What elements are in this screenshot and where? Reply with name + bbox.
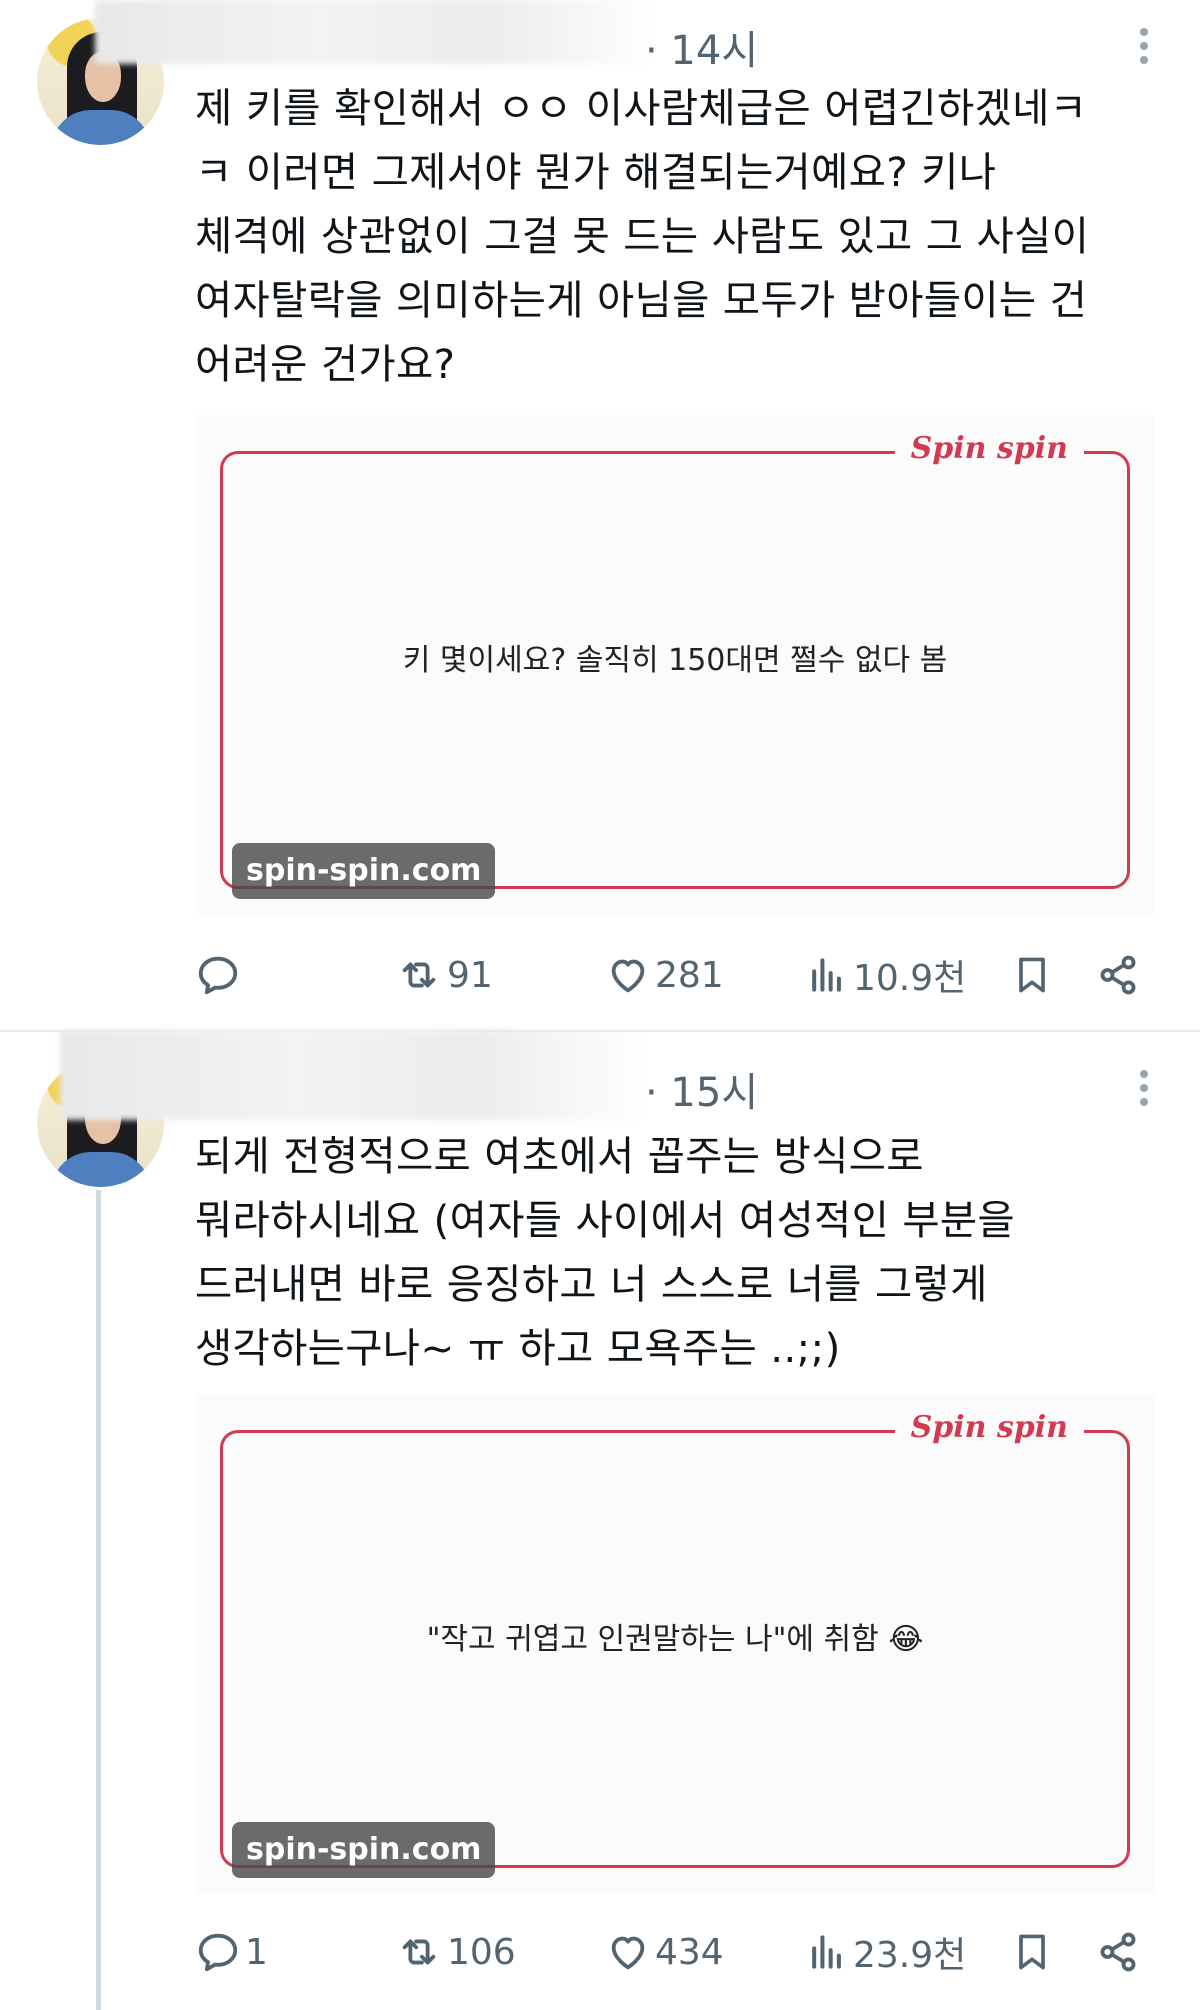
reply-icon <box>198 956 238 995</box>
heart-icon <box>611 959 645 993</box>
tweet-actions: 91 281 10.9천 <box>195 945 1155 1005</box>
redacted-username <box>95 0 655 64</box>
bar-chart-icon <box>812 1935 841 1969</box>
like-count: 281 <box>655 954 724 996</box>
tweet-timestamp[interactable]: · 14시 <box>645 18 758 76</box>
reply-button[interactable] <box>195 945 245 1005</box>
reply-button[interactable]: 1 <box>195 1922 268 1982</box>
spinspin-logo: Spin spin <box>894 431 1084 466</box>
like-count: 434 <box>655 1931 724 1973</box>
bar-chart-icon <box>812 958 841 992</box>
laughing-emoji: 😂 <box>888 1622 924 1657</box>
tweet-text: 되게 전형적으로 여초에서 꼽주는 방식으로 뭐라하시네요 (여자들 사이에서 … <box>195 1132 1015 1372</box>
card-domain[interactable]: spin-spin.com <box>232 1822 496 1878</box>
card-quote-text: "작고 귀엽고 인권말하는 나"에 취함 <box>426 1622 879 1657</box>
reply-count: 1 <box>245 1931 268 1973</box>
bookmark-icon <box>1019 957 1045 993</box>
share-icon <box>1100 955 1136 995</box>
view-count: 23.9천 <box>853 1935 967 1976</box>
card-domain[interactable]: spin-spin.com <box>232 843 496 899</box>
reply-icon <box>198 1933 238 1972</box>
tweet-actions: 1 106 434 23.9천 <box>195 1922 1155 1982</box>
like-button[interactable]: 434 <box>605 1922 724 1982</box>
share-icon <box>1100 1932 1136 1972</box>
views-button[interactable]: 23.9천 <box>805 1922 966 1982</box>
view-count: 10.9천 <box>853 958 967 999</box>
bookmark-icon <box>1019 1934 1045 1970</box>
card-quote-text: 키 몇이세요? 솔직히 150대면 쩔수 없다 봄 <box>402 643 948 678</box>
spinspin-logo: Spin spin <box>894 1410 1084 1445</box>
retweet-count: 106 <box>447 1931 516 1973</box>
redacted-username <box>60 1030 650 1120</box>
share-button[interactable] <box>1095 1922 1141 1982</box>
retweet-icon <box>402 1939 436 1965</box>
tweet-text: 제 키를 확인해서 ㅇㅇ 이사람체급은 어렵긴하겠네ㅋ ㅋ 이러면 그제서야 뭔… <box>195 84 1090 388</box>
more-options-icon[interactable] <box>1138 28 1150 70</box>
retweet-button[interactable]: 91 <box>395 945 493 1005</box>
card-quote: 키 몇이세요? 솔직히 150대면 쩔수 없다 봄 <box>196 635 1154 679</box>
thread-line <box>96 1190 101 2010</box>
retweet-icon <box>402 962 436 988</box>
link-card[interactable]: Spin spin "작고 귀엽고 인권말하는 나"에 취함 😂 spin-sp… <box>196 1394 1154 1894</box>
like-button[interactable]: 281 <box>605 945 724 1005</box>
bookmark-button[interactable] <box>1010 1922 1054 1982</box>
more-options-icon[interactable] <box>1138 1070 1150 1112</box>
bookmark-button[interactable] <box>1010 945 1054 1005</box>
share-button[interactable] <box>1095 945 1141 1005</box>
tweet-timestamp[interactable]: · 15시 <box>645 1060 758 1118</box>
views-button[interactable]: 10.9천 <box>805 945 966 1005</box>
retweet-count: 91 <box>447 954 493 996</box>
tweet[interactable]: · 14시 제 키를 확인해서 ㅇㅇ 이사람체급은 어렵긴하겠네ㅋ ㅋ 이러면 … <box>0 0 1200 1032</box>
retweet-button[interactable]: 106 <box>395 1922 516 1982</box>
heart-icon <box>611 1936 645 1970</box>
card-quote: "작고 귀엽고 인권말하는 나"에 취함 😂 <box>196 1614 1154 1658</box>
tweet[interactable]: · 15시 되게 전형적으로 여초에서 꼽주는 방식으로 뭐라하시네요 (여자들… <box>0 1030 1200 2010</box>
link-card[interactable]: Spin spin 키 몇이세요? 솔직히 150대면 쩔수 없다 봄 spin… <box>196 415 1154 915</box>
